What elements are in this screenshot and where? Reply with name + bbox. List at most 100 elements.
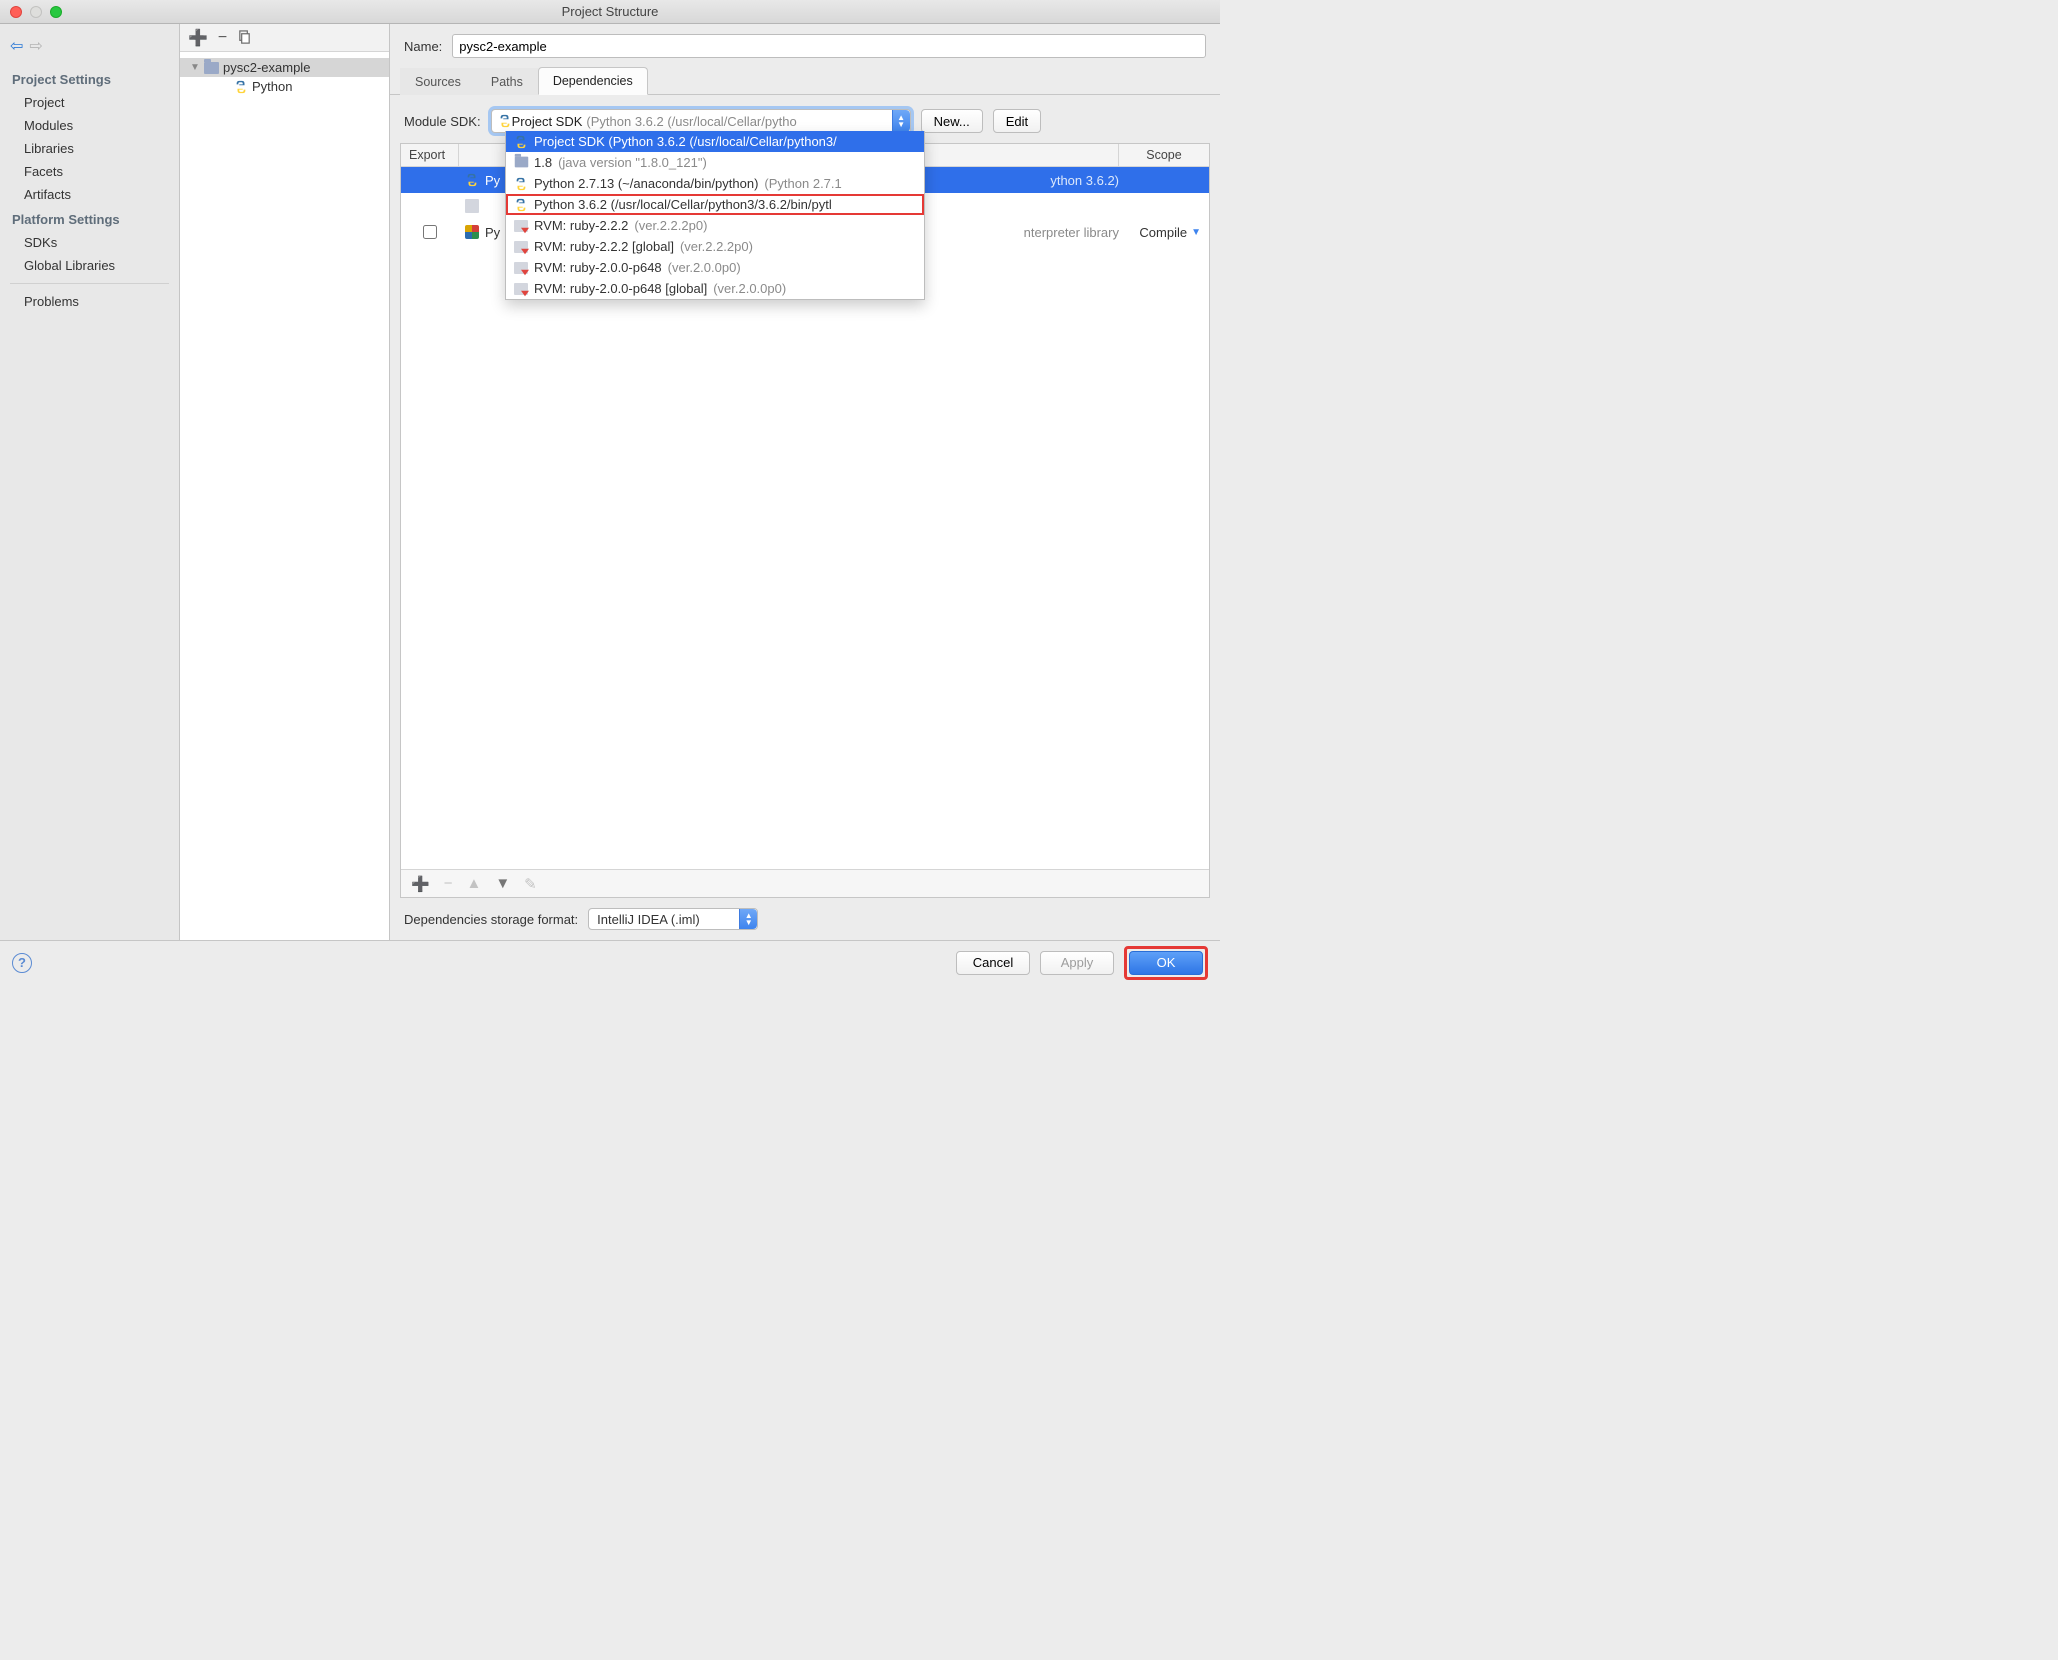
tree-root-label: pysc2-example <box>223 60 310 75</box>
sdk-option-label: Python 3.6.2 (/usr/local/Cellar/python3/… <box>534 197 832 212</box>
export-checkbox[interactable] <box>423 225 437 239</box>
python-icon <box>498 114 512 128</box>
add-module-icon[interactable]: ➕ <box>188 28 208 48</box>
edit-dependency-icon: ✎ <box>524 875 537 893</box>
library-icon <box>465 225 479 239</box>
storage-format-row: Dependencies storage format: IntelliJ ID… <box>390 898 1220 940</box>
sdk-option[interactable]: RVM: ruby-2.2.2 (ver.2.2.2p0) <box>506 215 924 236</box>
dialog-footer: ? Cancel Apply OK <box>0 940 1220 984</box>
platform-settings-header: Platform Settings <box>0 206 179 231</box>
sidebar-item-modules[interactable]: Modules <box>0 114 179 137</box>
sidebar: ⇦ ⇨ Project Settings Project Modules Lib… <box>0 24 180 940</box>
module-tree-panel: ➕ − ▼ pysc2-example Python <box>180 24 390 940</box>
sdk-option[interactable]: Project SDK (Python 3.6.2 (/usr/local/Ce… <box>506 131 924 152</box>
python-icon <box>514 177 528 191</box>
sdk-option[interactable]: 1.8 (java version "1.8.0_121") <box>506 152 924 173</box>
chevron-down-icon[interactable]: ▼ <box>190 62 200 73</box>
sdk-option[interactable]: Python 2.7.13 (~/anaconda/bin/python) (P… <box>506 173 924 194</box>
storage-format-label: Dependencies storage format: <box>404 912 578 927</box>
sdk-option[interactable]: RVM: ruby-2.2.2 [global] (ver.2.2.2p0) <box>506 236 924 257</box>
sidebar-item-global-libraries[interactable]: Global Libraries <box>0 254 179 277</box>
remove-dependency-icon: − <box>444 875 453 892</box>
sdk-option-sub: (java version "1.8.0_121") <box>558 155 707 170</box>
sdk-selected-main: Project SDK <box>512 114 583 129</box>
python-icon <box>465 173 479 187</box>
folder-icon <box>204 62 219 74</box>
tree-root[interactable]: ▼ pysc2-example <box>180 58 389 77</box>
sidebar-item-project[interactable]: Project <box>0 91 179 114</box>
module-sdk-select[interactable]: Project SDK (Python 3.6.2 (/usr/local/Ce… <box>491 109 911 133</box>
add-dependency-icon[interactable]: ➕ <box>411 875 430 893</box>
module-tabs: Sources Paths Dependencies <box>390 66 1220 95</box>
sdk-selected-sub: (Python 3.6.2 (/usr/local/Cellar/pytho <box>586 114 796 129</box>
sidebar-item-artifacts[interactable]: Artifacts <box>0 183 179 206</box>
sdk-option-sub: (ver.2.2.2p0) <box>634 218 707 233</box>
dependency-tail: nterpreter library <box>1024 225 1119 240</box>
tab-sources[interactable]: Sources <box>400 68 476 95</box>
window-controls <box>0 6 62 18</box>
tab-dependencies[interactable]: Dependencies <box>538 67 648 95</box>
module-name-input[interactable] <box>452 34 1206 58</box>
module-source-icon <box>465 199 479 213</box>
remove-module-icon[interactable]: − <box>218 29 227 47</box>
dependency-tail: ython 3.6.2) <box>1050 173 1119 188</box>
copy-module-icon[interactable] <box>237 30 252 45</box>
column-export[interactable]: Export <box>401 144 459 166</box>
sdk-dropdown[interactable]: Project SDK (Python 3.6.2 (/usr/local/Ce… <box>505 131 925 300</box>
tree-child[interactable]: Python <box>180 77 389 96</box>
zoom-window-icon[interactable] <box>50 6 62 18</box>
main-panel: Name: Sources Paths Dependencies Module … <box>390 24 1220 940</box>
dependency-name: Py <box>485 225 500 240</box>
sidebar-item-sdks[interactable]: SDKs <box>0 231 179 254</box>
new-sdk-button[interactable]: New... <box>921 109 983 133</box>
sidebar-item-libraries[interactable]: Libraries <box>0 137 179 160</box>
storage-format-value: IntelliJ IDEA (.iml) <box>597 912 700 927</box>
sdk-option-label: Python 2.7.13 (~/anaconda/bin/python) <box>534 176 758 191</box>
sidebar-item-facets[interactable]: Facets <box>0 160 179 183</box>
sdk-option-sub: (ver.2.2.2p0) <box>680 239 753 254</box>
python-icon <box>234 80 248 94</box>
nav-back-icon[interactable]: ⇦ <box>10 36 23 56</box>
edit-sdk-button[interactable]: Edit <box>993 109 1041 133</box>
titlebar: Project Structure <box>0 0 1220 24</box>
cancel-button[interactable]: Cancel <box>956 951 1030 975</box>
module-name-label: Name: <box>404 39 442 54</box>
ruby-icon <box>514 220 528 232</box>
storage-format-select[interactable]: IntelliJ IDEA (.iml) ▲▼ <box>588 908 758 930</box>
sdk-option[interactable]: Python 3.6.2 (/usr/local/Cellar/python3/… <box>506 194 924 215</box>
select-caret-icon: ▲▼ <box>892 110 910 132</box>
python-icon <box>514 135 528 149</box>
tab-paths[interactable]: Paths <box>476 68 538 95</box>
folder-icon <box>514 156 528 170</box>
tree-child-label: Python <box>252 79 292 94</box>
tree-toolbar: ➕ − <box>180 24 389 52</box>
ruby-icon <box>514 262 528 274</box>
sdk-option[interactable]: RVM: ruby-2.0.0-p648 (ver.2.0.0p0) <box>506 257 924 278</box>
chevron-down-icon[interactable]: ▼ <box>1191 227 1201 238</box>
nav-forward-icon: ⇨ <box>29 36 42 56</box>
column-scope[interactable]: Scope <box>1119 144 1209 166</box>
module-sdk-row: Module SDK: Project SDK (Python 3.6.2 (/… <box>390 95 1220 143</box>
sdk-option-label: RVM: ruby-2.2.2 <box>534 218 628 233</box>
sdk-option-label: 1.8 <box>534 155 552 170</box>
select-caret-icon: ▲▼ <box>739 909 757 929</box>
project-settings-header: Project Settings <box>0 66 179 91</box>
move-down-icon[interactable]: ▼ <box>495 875 510 892</box>
window-title: Project Structure <box>0 4 1220 19</box>
ruby-icon <box>514 283 528 295</box>
scope-value[interactable]: Compile <box>1139 225 1187 240</box>
dependencies-toolbar: ➕ − ▲ ▼ ✎ <box>401 869 1209 897</box>
sdk-option[interactable]: RVM: ruby-2.0.0-p648 [global] (ver.2.0.0… <box>506 278 924 299</box>
sidebar-item-problems[interactable]: Problems <box>0 290 179 313</box>
close-window-icon[interactable] <box>10 6 22 18</box>
ok-button[interactable]: OK <box>1129 951 1203 975</box>
ruby-icon <box>514 241 528 253</box>
sdk-option-sub: (ver.2.0.0p0) <box>713 281 786 296</box>
apply-button[interactable]: Apply <box>1040 951 1114 975</box>
ok-highlight: OK <box>1124 946 1208 980</box>
help-icon[interactable]: ? <box>12 953 32 973</box>
sidebar-separator <box>10 283 169 284</box>
dependency-name: Py <box>485 173 500 188</box>
sdk-option-label: RVM: ruby-2.2.2 [global] <box>534 239 674 254</box>
sdk-option-sub: (Python 2.7.1 <box>764 176 841 191</box>
